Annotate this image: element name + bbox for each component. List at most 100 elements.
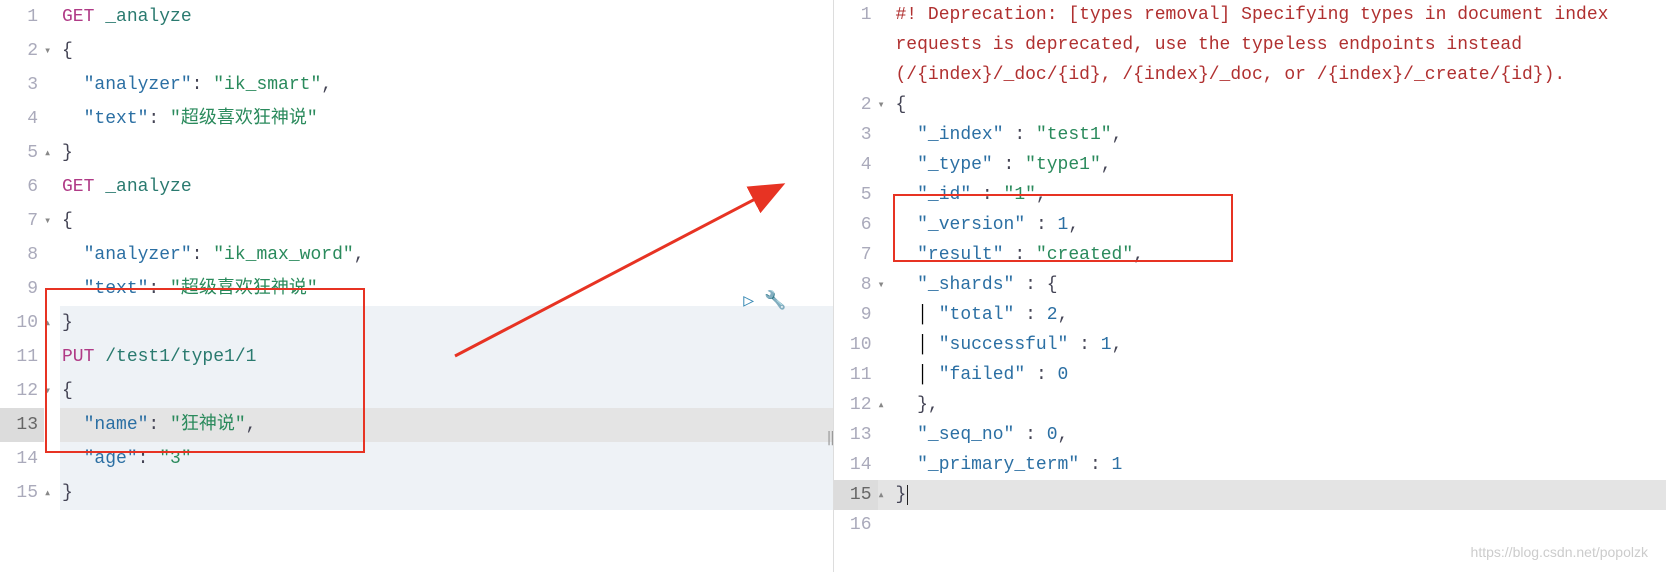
code-line[interactable]: 2▾{ bbox=[0, 34, 833, 68]
code-content[interactable]: "text": "超级喜欢狂神说" bbox=[60, 102, 833, 136]
line-number: 9 bbox=[0, 272, 44, 306]
code-line[interactable]: 6 "_version" : 1, bbox=[834, 210, 1666, 240]
fold-toggle[interactable]: ▴ bbox=[44, 306, 60, 340]
code-content[interactable]: } bbox=[894, 480, 1666, 510]
fold-toggle[interactable]: ▴ bbox=[878, 390, 894, 420]
code-line[interactable]: 11 │ "failed" : 0 bbox=[834, 360, 1666, 390]
code-content[interactable]: │ "successful" : 1, bbox=[894, 330, 1666, 360]
code-line[interactable]: 2▾{ bbox=[834, 90, 1666, 120]
code-content[interactable]: │ "failed" : 0 bbox=[894, 360, 1666, 390]
fold-toggle[interactable]: ▴ bbox=[878, 480, 894, 510]
code-line[interactable]: 7 "result" : "created", bbox=[834, 240, 1666, 270]
code-content[interactable]: "name": "狂神说", bbox=[60, 408, 833, 442]
code-content[interactable]: #! Deprecation: [types removal] Specifyi… bbox=[894, 0, 1666, 90]
code-content[interactable]: "_type" : "type1", bbox=[894, 150, 1666, 180]
code-line[interactable]: 1#! Deprecation: [types removal] Specify… bbox=[834, 0, 1666, 90]
code-line[interactable]: 15▴} bbox=[834, 480, 1666, 510]
code-content[interactable]: GET _analyze bbox=[60, 0, 833, 34]
code-line[interactable]: 10 │ "successful" : 1, bbox=[834, 330, 1666, 360]
code-line[interactable]: 3 "_index" : "test1", bbox=[834, 120, 1666, 150]
code-content[interactable]: "_index" : "test1", bbox=[894, 120, 1666, 150]
code-line[interactable]: 9 "text": "超级喜欢狂神说" bbox=[0, 272, 833, 306]
fold-toggle[interactable]: ▾ bbox=[44, 374, 60, 408]
fold-toggle[interactable]: ▾ bbox=[878, 90, 894, 120]
code-content[interactable]: "_seq_no" : 0, bbox=[894, 420, 1666, 450]
code-line[interactable]: 8 "analyzer": "ik_max_word", bbox=[0, 238, 833, 272]
code-line[interactable]: 10▴} bbox=[0, 306, 833, 340]
token-text bbox=[896, 125, 918, 145]
line-number: 13 bbox=[0, 408, 44, 442]
code-content[interactable]: │ "total" : 2, bbox=[894, 300, 1666, 330]
code-content[interactable]: { bbox=[60, 204, 833, 238]
token-key: "_shards" bbox=[917, 275, 1014, 295]
code-content[interactable]: } bbox=[60, 306, 833, 340]
token-punct: , bbox=[1101, 155, 1112, 175]
code-line[interactable]: 8▾ "_shards" : { bbox=[834, 270, 1666, 300]
code-line[interactable]: 9 │ "total" : 2, bbox=[834, 300, 1666, 330]
code-line[interactable]: 11PUT /test1/type1/1 bbox=[0, 340, 833, 374]
run-request-button[interactable]: ▷ bbox=[743, 290, 754, 312]
code-line[interactable]: 14 "_primary_term" : 1 bbox=[834, 450, 1666, 480]
code-line[interactable]: 12▾{ bbox=[0, 374, 833, 408]
code-line[interactable]: 7▾{ bbox=[0, 204, 833, 238]
line-number: 12 bbox=[834, 390, 878, 420]
code-content[interactable]: "_id" : "1", bbox=[894, 180, 1666, 210]
fold-toggle[interactable]: ▾ bbox=[44, 204, 60, 238]
code-line[interactable]: 13 "name": "狂神说", bbox=[0, 408, 833, 442]
token-punct: , bbox=[354, 245, 365, 265]
code-line[interactable]: 1 GET _analyze bbox=[0, 0, 833, 34]
token-num: 1 bbox=[1112, 455, 1123, 475]
wrench-button[interactable]: 🔧 bbox=[764, 290, 786, 312]
code-content[interactable]: { bbox=[60, 34, 833, 68]
code-line[interactable]: 3 "analyzer": "ik_smart", bbox=[0, 68, 833, 102]
token-text bbox=[62, 109, 84, 129]
code-content[interactable]: { bbox=[60, 374, 833, 408]
code-line[interactable]: 13 "_seq_no" : 0, bbox=[834, 420, 1666, 450]
fold-toggle[interactable]: ▾ bbox=[878, 270, 894, 300]
token-punct: , bbox=[1133, 245, 1144, 265]
line-number: 8 bbox=[0, 238, 44, 272]
token-text bbox=[896, 215, 918, 235]
code-line[interactable]: 12▴ }, bbox=[834, 390, 1666, 420]
line-number: 1 bbox=[0, 0, 44, 34]
fold-toggle[interactable]: ▴ bbox=[44, 136, 60, 170]
code-content[interactable]: }, bbox=[894, 390, 1666, 420]
code-content[interactable]: "_primary_term" : 1 bbox=[894, 450, 1666, 480]
request-editor-pane[interactable]: ▷ 🔧 1GET _analyze2▾{3 "analyzer": "ik_sm… bbox=[0, 0, 833, 572]
line-number: 5 bbox=[834, 180, 878, 210]
code-line[interactable]: 4 "text": "超级喜欢狂神说" bbox=[0, 102, 833, 136]
code-line[interactable]: 15▴} bbox=[0, 476, 833, 510]
code-line[interactable]: 5 "_id" : "1", bbox=[834, 180, 1666, 210]
code-line[interactable]: 14 "age": "3" bbox=[0, 442, 833, 476]
fold-toggle[interactable]: ▾ bbox=[44, 34, 60, 68]
code-content[interactable]: "analyzer": "ik_max_word", bbox=[60, 238, 833, 272]
code-line[interactable]: 16 bbox=[834, 510, 1666, 540]
token-key: "result" bbox=[917, 245, 1003, 265]
line-number: 12 bbox=[0, 374, 44, 408]
line-number: 10 bbox=[0, 306, 44, 340]
token-punct: , bbox=[321, 75, 332, 95]
code-content[interactable]: } bbox=[60, 476, 833, 510]
code-line[interactable]: 6GET _analyze bbox=[0, 170, 833, 204]
line-number: 7 bbox=[0, 204, 44, 238]
code-content[interactable]: } bbox=[60, 136, 833, 170]
response-pane[interactable]: 1 #! Deprecation: [types removal] Specify… bbox=[834, 0, 1666, 572]
token-text bbox=[896, 455, 918, 475]
code-content[interactable]: "analyzer": "ik_smart", bbox=[60, 68, 833, 102]
token-punct: , bbox=[1036, 185, 1047, 205]
code-content[interactable]: "result" : "created", bbox=[894, 240, 1666, 270]
code-content[interactable]: PUT /test1/type1/1 bbox=[60, 340, 833, 374]
fold-toggle[interactable]: ▴ bbox=[44, 476, 60, 510]
token-key: "analyzer" bbox=[84, 245, 192, 265]
code-content[interactable]: "text": "超级喜欢狂神说" bbox=[60, 272, 833, 306]
code-content[interactable]: "age": "3" bbox=[60, 442, 833, 476]
code-content[interactable]: GET _analyze bbox=[60, 170, 833, 204]
code-content[interactable]: "_shards" : { bbox=[894, 270, 1666, 300]
token-punct: : bbox=[1025, 215, 1057, 235]
code-content[interactable]: "_version" : 1, bbox=[894, 210, 1666, 240]
code-content[interactable]: { bbox=[894, 90, 1666, 120]
code-line[interactable]: 5▴} bbox=[0, 136, 833, 170]
token-num: 1 bbox=[1101, 335, 1112, 355]
token-string: "1" bbox=[1004, 185, 1036, 205]
code-line[interactable]: 4 "_type" : "type1", bbox=[834, 150, 1666, 180]
